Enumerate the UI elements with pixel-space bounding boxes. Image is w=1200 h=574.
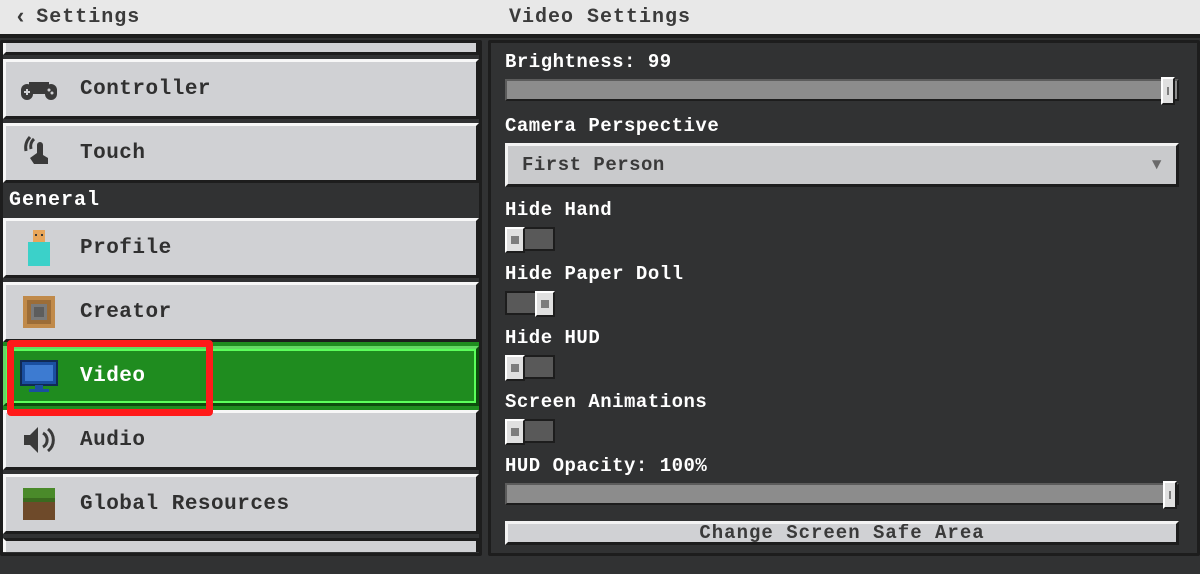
sidebar-item-video[interactable]: Video (3, 346, 479, 406)
back-label: Settings (36, 6, 140, 29)
sidebar-item-label: Audio (80, 429, 146, 452)
screen-animations-toggle[interactable] (505, 419, 555, 443)
camera-perspective-label: Camera Perspective (505, 115, 1179, 137)
sidebar-item-label: Video (80, 365, 146, 388)
hide-paper-doll-toggle[interactable] (505, 291, 555, 315)
chevron-left-icon: ‹ (14, 5, 28, 30)
chevron-down-icon: ▼ (1152, 156, 1162, 174)
global-resources-icon (16, 481, 62, 527)
page-title: Video Settings (0, 6, 1200, 29)
sidebar-item-label: Creator (80, 301, 172, 324)
toggle-knob (505, 419, 525, 445)
sidebar-item-profile[interactable]: Profile (3, 218, 479, 278)
video-icon (16, 353, 62, 399)
screen-animations-label: Screen Animations (505, 391, 1179, 413)
back-button[interactable]: ‹ Settings (0, 0, 154, 34)
sidebar-item-prev-partial[interactable] (3, 43, 479, 55)
content-panel: Brightness: 99 Camera Perspective First … (488, 40, 1200, 556)
controller-icon (16, 66, 62, 112)
sidebar-heading-general: General (3, 187, 479, 214)
dropdown-value: First Person (522, 154, 665, 176)
slider-thumb[interactable] (1163, 481, 1177, 509)
hide-hud-label: Hide HUD (505, 327, 1179, 349)
toggle-knob (505, 355, 525, 381)
sidebar-item-label: Touch (80, 142, 146, 165)
change-safe-area-button[interactable]: Change Screen Safe Area (505, 521, 1179, 545)
sidebar-item-label: Global Resources (80, 493, 290, 516)
sidebar-item-label: Profile (80, 237, 172, 260)
top-bar: ‹ Settings Video Settings (0, 0, 1200, 38)
hide-paper-doll-label: Hide Paper Doll (505, 263, 1179, 285)
sidebar-item-touch[interactable]: Touch (3, 123, 479, 183)
sidebar-item-next-partial[interactable] (3, 538, 479, 552)
hide-hand-toggle[interactable] (505, 227, 555, 251)
sidebar-item-label: Controller (80, 78, 211, 101)
button-label: Change Screen Safe Area (699, 522, 984, 544)
brightness-slider[interactable] (505, 79, 1179, 101)
hide-hud-toggle[interactable] (505, 355, 555, 379)
sidebar: Controller Touch General Profile Crea (0, 40, 482, 556)
touch-icon (16, 130, 62, 176)
sidebar-item-creator[interactable]: Creator (3, 282, 479, 342)
hud-opacity-label: HUD Opacity: 100% (505, 455, 1179, 477)
slider-thumb[interactable] (1161, 77, 1175, 105)
hide-hand-label: Hide Hand (505, 199, 1179, 221)
audio-icon (16, 417, 62, 463)
profile-icon (16, 225, 62, 271)
brightness-label: Brightness: 99 (505, 51, 1179, 73)
toggle-knob (505, 227, 525, 253)
hud-opacity-slider[interactable] (505, 483, 1179, 505)
sidebar-item-audio[interactable]: Audio (3, 410, 479, 470)
camera-perspective-dropdown[interactable]: First Person ▼ (505, 143, 1179, 187)
toggle-knob (535, 291, 555, 317)
creator-icon (16, 289, 62, 335)
sidebar-item-controller[interactable]: Controller (3, 59, 479, 119)
sidebar-item-global-resources[interactable]: Global Resources (3, 474, 479, 534)
